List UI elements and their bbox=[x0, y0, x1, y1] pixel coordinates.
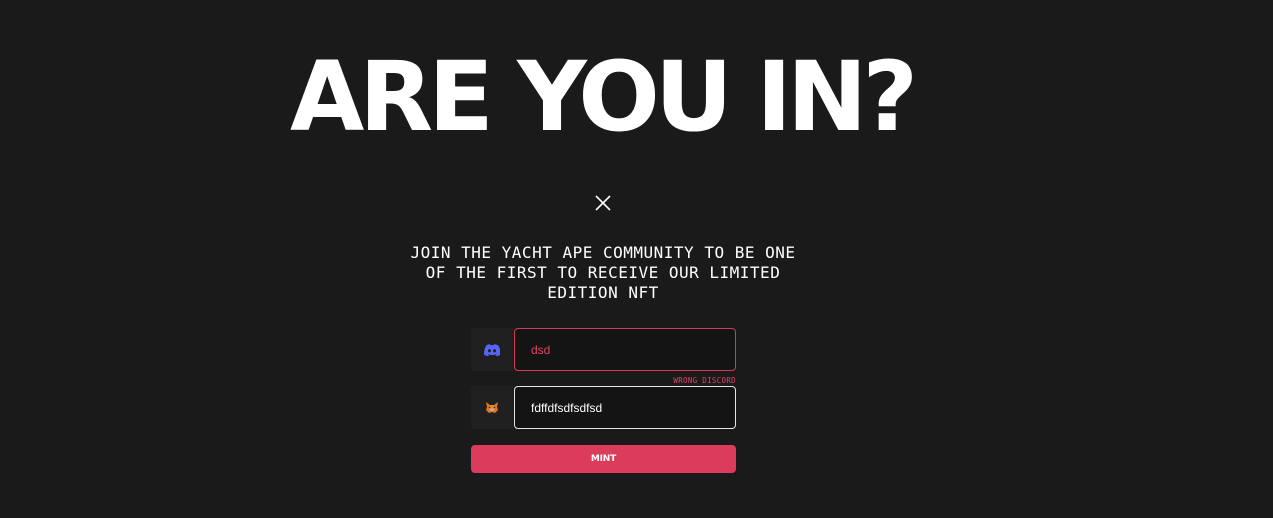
close-icon bbox=[595, 195, 611, 211]
close-button[interactable] bbox=[590, 190, 616, 216]
discord-row bbox=[471, 328, 736, 371]
wallet-row bbox=[471, 386, 736, 429]
discord-input[interactable] bbox=[514, 328, 736, 371]
discord-icon-box bbox=[471, 328, 513, 371]
metamask-icon-box bbox=[471, 386, 513, 429]
subtitle: JOIN THE YACHT APE COMMUNITY TO BE ONE O… bbox=[410, 243, 796, 302]
mint-button[interactable]: MINT bbox=[471, 445, 736, 473]
page: ARE YOU IN? JOIN THE YACHT APE COMMUNITY… bbox=[0, 0, 1273, 518]
discord-icon bbox=[484, 343, 500, 356]
wallet-address-input[interactable] bbox=[514, 386, 736, 429]
metamask-fox-icon bbox=[486, 402, 498, 413]
discord-error-message: WRONG DISCORD bbox=[673, 376, 736, 385]
page-title: ARE YOU IN? bbox=[289, 41, 918, 153]
